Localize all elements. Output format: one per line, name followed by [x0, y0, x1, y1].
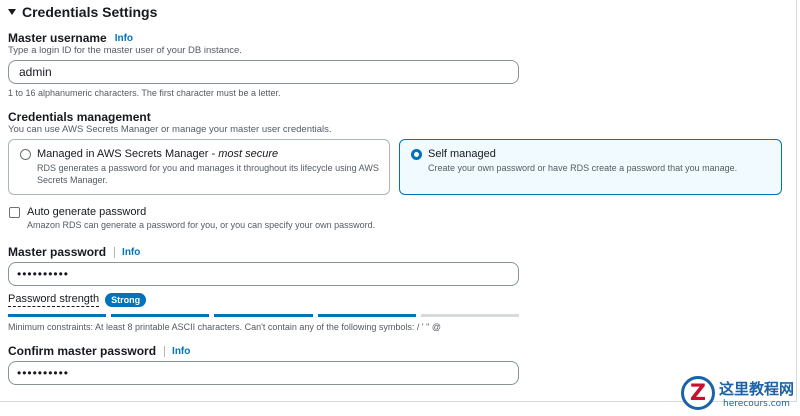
info-divider: [114, 246, 116, 258]
strength-segment: [317, 314, 416, 317]
master-password-label-row: Master password Info: [8, 245, 140, 259]
master-username-info-link[interactable]: Info: [115, 33, 133, 44]
auto-generate-description: Amazon RDS can generate a password for y…: [27, 220, 376, 230]
password-strength-meter: [8, 314, 520, 317]
option-self-managed-tile[interactable]: Self managed Create your own password or…: [399, 139, 782, 195]
master-password-value: ••••••••••: [17, 267, 70, 281]
watermark-letter: Z: [690, 380, 706, 406]
confirm-password-input[interactable]: ••••••••••: [8, 361, 519, 385]
watermark-z-icon: Z: [680, 376, 715, 410]
strength-segment: [214, 314, 313, 317]
master-username-description: Type a login ID for the master user of y…: [8, 45, 242, 56]
confirm-password-label: Confirm master password: [8, 344, 157, 358]
master-username-constraint: 1 to 16 alphanumeric characters. The fir…: [8, 88, 281, 98]
option-secrets-manager-description: RDS generates a password for you and man…: [37, 163, 379, 185]
option-secrets-manager-tile[interactable]: Managed in AWS Secrets Manager - most se…: [8, 139, 390, 195]
watermark-name: 这里教程网: [718, 379, 794, 398]
strength-segment: [111, 314, 210, 317]
option-self-managed-title: Self managed: [428, 148, 496, 160]
password-strength-row: Password strength Strong: [8, 293, 147, 307]
watermark-logo: Z 这里教程网 herecours.com: [680, 376, 794, 410]
master-password-input[interactable]: ••••••••••: [8, 262, 519, 286]
master-username-value: admin: [19, 65, 52, 79]
credentials-management-label: Credentials management: [8, 110, 151, 124]
option-self-managed-description: Create your own password or have RDS cre…: [428, 163, 738, 173]
password-constraints: Minimum constraints: At least 8 printabl…: [8, 322, 441, 332]
master-username-label: Master username: [8, 31, 107, 45]
option-secrets-manager-title: Managed in AWS Secrets Manager - most se…: [37, 148, 278, 160]
master-password-label: Master password: [8, 245, 107, 259]
caret-down-icon[interactable]: [8, 9, 16, 15]
confirm-password-info-link[interactable]: Info: [172, 346, 190, 357]
password-strength-label[interactable]: Password strength: [8, 293, 100, 307]
strength-segment: [8, 314, 107, 317]
master-username-label-row: Master username Info: [8, 31, 133, 45]
option-secrets-manager-title-text: Managed in AWS Secrets Manager -: [37, 148, 219, 160]
watermark-url: herecours.com: [723, 398, 790, 409]
master-username-input[interactable]: admin: [8, 60, 519, 84]
credentials-settings-panel: Credentials Settings Master username Inf…: [0, 0, 797, 402]
auto-generate-checkbox[interactable]: [9, 207, 20, 218]
watermark-text: 这里教程网 herecours.com: [719, 378, 794, 409]
option-self-managed-radio[interactable]: [411, 149, 422, 160]
section-title: Credentials Settings: [22, 4, 158, 20]
section-header[interactable]: Credentials Settings: [8, 4, 157, 20]
option-secrets-manager-radio[interactable]: [20, 149, 31, 160]
info-divider: [164, 345, 166, 357]
auto-generate-label[interactable]: Auto generate password: [27, 206, 146, 218]
confirm-password-value: ••••••••••: [17, 366, 70, 380]
confirm-password-label-row: Confirm master password Info: [8, 344, 190, 358]
option-secrets-manager-emphasis: most secure: [218, 148, 279, 160]
password-strength-badge: Strong: [105, 293, 147, 307]
credentials-management-description: You can use AWS Secrets Manager or manag…: [8, 124, 332, 135]
master-password-info-link[interactable]: Info: [122, 247, 140, 258]
strength-segment: [420, 314, 520, 317]
